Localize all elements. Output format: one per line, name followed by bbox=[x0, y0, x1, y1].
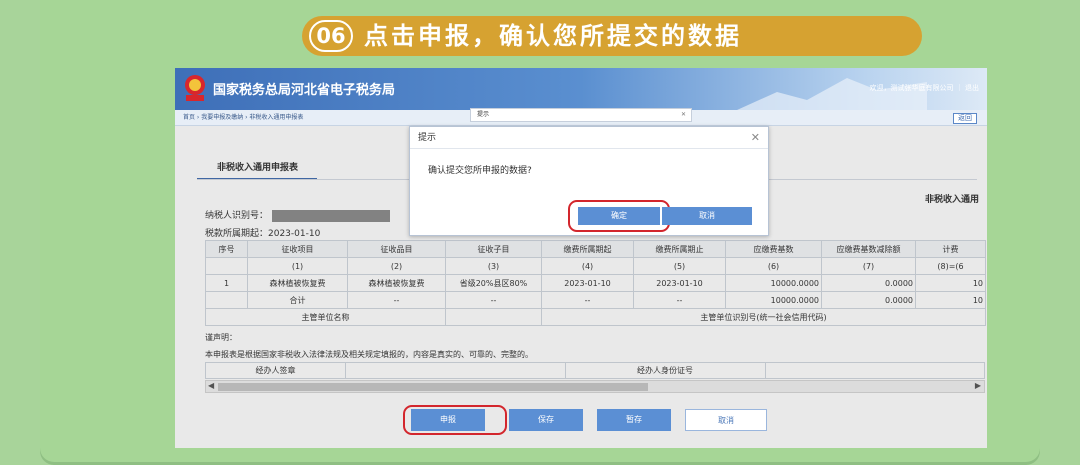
app-screenshot: 国家税务总局河北省电子税务局 欢迎，测试张华庭有限公司 ｜ 退出 首页 › 我要… bbox=[175, 68, 987, 448]
cancel-button[interactable]: 取消 bbox=[685, 409, 767, 431]
background-dialog-bar: 提示 ✕ bbox=[470, 108, 692, 122]
confirm-highlight bbox=[568, 200, 670, 232]
step-banner: 06 点击申报，确认您所提交的数据 bbox=[302, 16, 922, 56]
dialog-header: 提示 ✕ bbox=[410, 127, 768, 149]
site-header: 国家税务总局河北省电子税务局 欢迎，测试张华庭有限公司 ｜ 退出 bbox=[175, 68, 987, 110]
save-button[interactable]: 保存 bbox=[509, 409, 583, 431]
submit-highlight bbox=[403, 405, 507, 435]
breadcrumb-path[interactable]: 首页 › 我要申报及缴纳 › 非税收入通用申报表 bbox=[183, 114, 303, 121]
step-number: 06 bbox=[309, 20, 353, 52]
dialog-cancel-button[interactable]: 取消 bbox=[662, 207, 752, 225]
tutorial-frame: 06 点击申报，确认您所提交的数据 国家税务总局河北省电子税务局 欢迎，测试张华… bbox=[40, 0, 1040, 465]
close-icon[interactable]: ✕ bbox=[751, 127, 760, 149]
back-button[interactable]: 返回 bbox=[953, 113, 977, 124]
national-emblem-icon bbox=[185, 75, 205, 101]
user-info[interactable]: 欢迎，测试张华庭有限公司 ｜ 退出 bbox=[870, 83, 979, 93]
dialog-title: 提示 bbox=[418, 133, 437, 143]
background-dialog-title: 提示 bbox=[477, 111, 490, 118]
step-title: 点击申报，确认您所提交的数据 bbox=[364, 22, 742, 50]
confirm-dialog: 提示 ✕ 确认提交您所申报的数据? 确定 取消 bbox=[409, 126, 769, 236]
site-name: 国家税务总局河北省电子税务局 bbox=[213, 83, 396, 98]
dialog-message: 确认提交您所申报的数据? bbox=[428, 166, 532, 176]
draft-button[interactable]: 暂存 bbox=[597, 409, 671, 431]
close-icon[interactable]: ✕ bbox=[681, 109, 686, 121]
